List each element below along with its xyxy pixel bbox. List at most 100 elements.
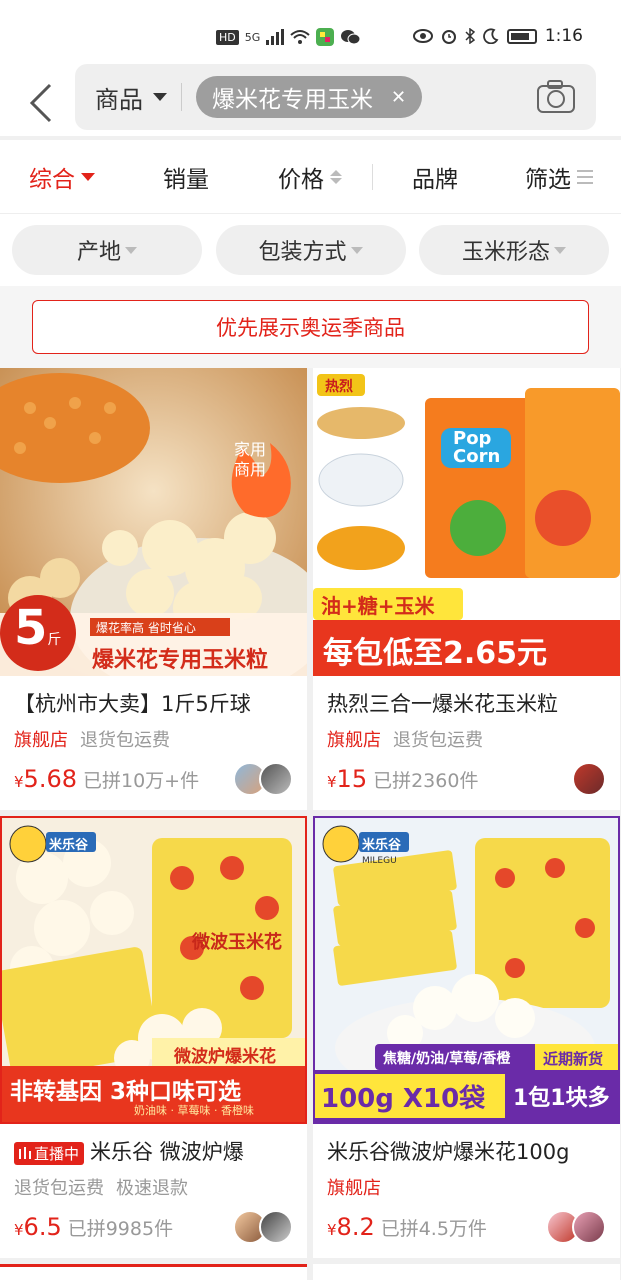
product-card-peek[interactable] [0, 1264, 307, 1280]
price: ¥6.5 [14, 1213, 62, 1241]
search-query-chip[interactable]: 爆米花专用玉米 ✕ [196, 76, 423, 118]
filter-origin[interactable]: 产地 [12, 225, 202, 275]
product-image[interactable]: 米乐谷 微波玉米花 微波炉爆米花 非转基因 3种口味可选 奶油味 · 草莓味 ·… [0, 816, 307, 1124]
product-tags: 退货包运费 极速退款 [0, 1166, 307, 1200]
product-tags: 旗舰店 退货包运费 [0, 718, 307, 752]
clear-icon[interactable]: ✕ [391, 87, 406, 108]
product-tags: 旗舰店 [313, 1166, 620, 1200]
pack-label: Pop Corn [453, 430, 500, 466]
product-card[interactable]: 家用 商用 5斤 爆花率高 省时省心 爆米花专用玉米粒 【杭州市大卖】1斤5斤球… [0, 368, 307, 810]
buyer-avatars [233, 1210, 293, 1244]
currency: ¥ [327, 1221, 337, 1239]
price-row: ¥5.68 已拼10万+件 [0, 752, 307, 796]
product-title[interactable]: 【杭州市大卖】1斤5斤球 [0, 676, 307, 718]
tag-flagship: 旗舰店 [14, 730, 68, 751]
bluetooth-icon [465, 28, 475, 44]
avatar [259, 762, 293, 796]
price-value: 8.2 [336, 1213, 375, 1241]
filter-icon [577, 169, 593, 184]
currency: ¥ [14, 773, 24, 791]
chevron-down-icon [554, 246, 566, 254]
signal-icon [266, 29, 285, 45]
avatar [572, 1210, 606, 1244]
back-icon[interactable] [10, 73, 70, 133]
filter-packaging-label: 包装方式 [258, 240, 347, 265]
product-title[interactable]: 直播中 米乐谷 微波炉爆 [0, 1124, 307, 1166]
filter-corn-form-label: 玉米形态 [461, 240, 550, 265]
banner-small: 爆花率高 省时省心 [96, 621, 196, 635]
tag-flagship: 旗舰店 [327, 730, 381, 751]
search-query-text: 爆米花专用玉米 [212, 87, 373, 113]
tag-return-shipping: 退货包运费 [393, 730, 483, 751]
buyer-avatars [572, 762, 606, 796]
sort-price[interactable]: 价格 [248, 160, 372, 194]
price-group: ¥15 已拼2360件 [327, 765, 478, 793]
moon-icon [483, 28, 499, 44]
sold-count: 已拼9985件 [67, 1218, 174, 1240]
flavor-banner: 非转基因 3种口味可选 [10, 1079, 242, 1105]
camera-icon[interactable] [536, 78, 576, 118]
product-title[interactable]: 米乐谷微波炉爆米花100g [313, 1124, 620, 1166]
alarm-icon [441, 30, 456, 44]
eye-icon [412, 29, 433, 43]
bag-label: 微波玉米花 [192, 932, 282, 953]
filter-corn-form[interactable]: 玉米形态 [419, 225, 609, 275]
product-card[interactable]: 米乐谷 MILEGU 近期新货 焦糖/奶油/草莓/香橙 100g X10袋 1包… [313, 816, 620, 1258]
search-scope-label: 商品 [95, 85, 143, 114]
tag-fast-refund: 极速退款 [116, 1178, 188, 1199]
microwave-tag: 微波炉爆米花 [174, 1047, 276, 1067]
brand-label: 热烈 [325, 379, 353, 395]
sold-count: 已拼10万+件 [82, 770, 200, 792]
currency: ¥ [14, 1221, 24, 1239]
popcorn-image-4 [315, 818, 618, 1122]
sort-default[interactable]: 综合 [0, 160, 124, 194]
sort-sales[interactable]: 销量 [124, 160, 248, 194]
product-tags: 旗舰店 退货包运费 [313, 718, 620, 752]
price-value: 6.5 [23, 1213, 62, 1241]
sort-brand[interactable]: 品牌 [373, 160, 497, 194]
product-card-peek[interactable] [313, 1264, 620, 1280]
filter-row: 产地 包装方式 玉米形态 [0, 214, 621, 286]
filter-packaging[interactable]: 包装方式 [215, 225, 406, 275]
live-label: 直播中 [34, 1144, 80, 1163]
wechat-icon [341, 30, 361, 45]
sort-arrows-icon [330, 169, 342, 184]
product-image[interactable]: 家用 商用 5斤 爆花率高 省时省心 爆米花专用玉米粒 [0, 368, 307, 676]
price-banner: 每包低至2.65元 [323, 636, 548, 671]
product-title[interactable]: 热烈三合一爆米花玉米粒 [313, 676, 620, 718]
chevron-down-icon [125, 246, 137, 254]
avatar [259, 1210, 293, 1244]
badge-bottom: 商用 [234, 460, 267, 479]
search-scope-select[interactable]: 商品 [75, 80, 167, 115]
price: ¥15 [327, 765, 367, 793]
qty-banner: 100g X10袋 [321, 1084, 486, 1114]
divider [181, 83, 182, 111]
search-box[interactable]: 商品 爆米花专用玉米 ✕ [75, 64, 596, 130]
status-left: HD 5G [216, 28, 361, 46]
ingredient-tag: 油+糖+玉米 [321, 594, 435, 618]
clock: 1:16 [544, 26, 583, 46]
sort-bar: 综合 销量 价格 品牌 筛选 [0, 140, 621, 214]
product-title-text: 米乐谷 微波炉爆 [90, 1140, 244, 1164]
weight-num: 5 [14, 600, 48, 656]
battery-icon [506, 28, 537, 44]
network-label: 5G [244, 30, 261, 44]
sort-sales-label: 销量 [163, 166, 209, 193]
flavor-list: 奶油味 · 草莓味 · 香橙味 [134, 1104, 254, 1117]
product-card[interactable]: 热烈 Pop Corn 油+糖+玉米 每包低至2.65元 热烈三合一爆米花玉米粒… [313, 368, 620, 810]
olympic-priority-button[interactable]: 优先展示奥运季商品 [32, 300, 589, 354]
product-card[interactable]: 米乐谷 微波玉米花 微波炉爆米花 非转基因 3种口味可选 奶油味 · 草莓味 ·… [0, 816, 307, 1258]
product-image[interactable]: 热烈 Pop Corn 油+糖+玉米 每包低至2.65元 [313, 368, 620, 676]
weight-unit: 斤 [47, 632, 62, 648]
chevron-down-icon [81, 172, 95, 181]
app-icon [316, 28, 335, 46]
product-image[interactable]: 米乐谷 MILEGU 近期新货 焦糖/奶油/草莓/香橙 100g X10袋 1包… [313, 816, 620, 1124]
corner-tag: 近期新货 [543, 1050, 604, 1068]
badge-household: 家用 商用 [234, 440, 266, 480]
live-bars-icon [19, 1147, 31, 1159]
sold-count: 已拼2360件 [373, 770, 479, 792]
chevron-down-icon [350, 246, 363, 254]
price-group: ¥8.2 已拼4.5万件 [327, 1213, 487, 1241]
sort-filter[interactable]: 筛选 [497, 160, 621, 194]
price-per-pack: 1包1块多 [513, 1086, 610, 1111]
